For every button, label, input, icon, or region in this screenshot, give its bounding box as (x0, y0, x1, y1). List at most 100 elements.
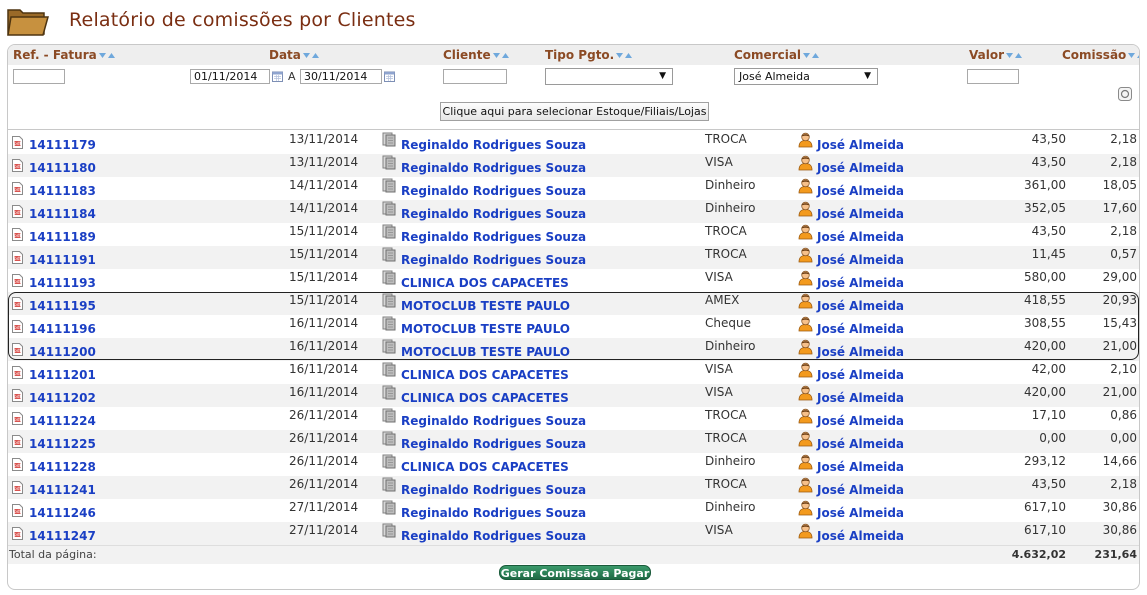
column-cliente[interactable]: Cliente (443, 48, 510, 62)
document-icon[interactable]: pdf (12, 180, 23, 195)
client-link[interactable]: Reginaldo Rodrigues Souza (401, 161, 586, 175)
commercial-link[interactable]: José Almeida (817, 529, 904, 543)
client-link[interactable]: CLINICA DOS CAPACETES (401, 276, 569, 290)
invoice-ref-link[interactable]: 14111224 (29, 414, 96, 428)
comercial-select[interactable]: José Almeida ▼ (734, 68, 878, 85)
commercial-link[interactable]: José Almeida (817, 460, 904, 474)
client-link[interactable]: CLINICA DOS CAPACETES (401, 391, 569, 405)
client-link[interactable]: Reginaldo Rodrigues Souza (401, 138, 586, 152)
client-link[interactable]: Reginaldo Rodrigues Souza (401, 184, 586, 198)
commercial-link[interactable]: José Almeida (817, 138, 904, 152)
calendar-icon[interactable] (384, 71, 395, 82)
client-link[interactable]: MOTOCLUB TESTE PAULO (401, 299, 570, 313)
document-icon[interactable]: pdf (12, 318, 23, 333)
invoice-ref-link[interactable]: 14111200 (29, 345, 96, 359)
invoice-ref-link[interactable]: 14111246 (29, 506, 96, 520)
invoice-ref-link[interactable]: 14111196 (29, 322, 96, 336)
column-comissao[interactable]: Comissão (1062, 48, 1140, 62)
document-icon[interactable]: pdf (12, 341, 23, 356)
document-icon[interactable]: pdf (12, 387, 23, 402)
commercial-link[interactable]: José Almeida (817, 414, 904, 428)
client-link[interactable]: Reginaldo Rodrigues Souza (401, 207, 586, 221)
invoice-ref-link[interactable]: 14111189 (29, 230, 96, 244)
generate-commission-button[interactable]: Gerar Comissão a Pagar (499, 565, 651, 580)
client-link[interactable]: Reginaldo Rodrigues Souza (401, 253, 586, 267)
document-icon[interactable]: pdf (12, 479, 23, 494)
invoice-ref-link[interactable]: 14111184 (29, 207, 96, 221)
commercial-link[interactable]: José Almeida (817, 253, 904, 267)
client-link[interactable]: Reginaldo Rodrigues Souza (401, 506, 586, 520)
document-icon[interactable]: pdf (12, 364, 23, 379)
column-valor[interactable]: Valor (969, 48, 1023, 62)
clear-filter-icon[interactable] (1118, 87, 1132, 101)
invoice-ref-link[interactable]: 14111195 (29, 299, 96, 313)
column-ref[interactable]: Ref. - Fatura (13, 48, 116, 62)
invoice-ref-link[interactable]: 14111179 (29, 138, 96, 152)
tipo-pgto-select[interactable]: ▼ (545, 68, 673, 85)
select-stock-button[interactable]: Clique aqui para selecionar Estoque/Fili… (440, 102, 709, 121)
commercial-link[interactable]: José Almeida (817, 506, 904, 520)
valor-filter-input[interactable] (967, 69, 1019, 84)
invoice-ref-link[interactable]: 14111191 (29, 253, 96, 267)
commercial-link[interactable]: José Almeida (817, 299, 904, 313)
document-icon[interactable]: pdf (12, 226, 23, 241)
invoice-ref-link[interactable]: 14111225 (29, 437, 96, 451)
sort-arrows-icon[interactable] (1127, 52, 1140, 60)
commercial-link[interactable]: José Almeida (817, 368, 904, 382)
date-from-input[interactable] (190, 69, 270, 84)
person-icon (798, 224, 813, 240)
document-icon[interactable]: pdf (12, 525, 23, 540)
document-icon[interactable]: pdf (12, 134, 23, 149)
document-icon[interactable]: pdf (12, 157, 23, 172)
document-icon[interactable]: pdf (12, 502, 23, 517)
commercial-link[interactable]: José Almeida (817, 161, 904, 175)
date-to-input[interactable] (300, 69, 382, 84)
commercial-link[interactable]: José Almeida (817, 483, 904, 497)
document-icon[interactable]: pdf (12, 433, 23, 448)
commercial-link[interactable]: José Almeida (817, 230, 904, 244)
document-icon[interactable]: pdf (12, 456, 23, 471)
client-link[interactable]: Reginaldo Rodrigues Souza (401, 414, 586, 428)
document-icon[interactable]: pdf (12, 272, 23, 287)
client-link[interactable]: CLINICA DOS CAPACETES (401, 368, 569, 382)
client-icon (382, 178, 397, 193)
commercial-link[interactable]: José Almeida (817, 207, 904, 221)
column-data[interactable]: Data (269, 48, 320, 62)
column-tipo[interactable]: Tipo Pgto. (545, 48, 633, 62)
sort-arrows-icon[interactable] (302, 52, 320, 60)
sort-arrows-icon[interactable] (1005, 52, 1023, 60)
client-link[interactable]: Reginaldo Rodrigues Souza (401, 230, 586, 244)
client-link[interactable]: Reginaldo Rodrigues Souza (401, 529, 586, 543)
client-link[interactable]: Reginaldo Rodrigues Souza (401, 437, 586, 451)
document-icon[interactable]: pdf (12, 203, 23, 218)
invoice-ref-link[interactable]: 14111247 (29, 529, 96, 543)
invoice-ref-link[interactable]: 14111241 (29, 483, 96, 497)
commercial-link[interactable]: José Almeida (817, 345, 904, 359)
commercial-link[interactable]: José Almeida (817, 437, 904, 451)
client-link[interactable]: CLINICA DOS CAPACETES (401, 460, 569, 474)
document-icon[interactable]: pdf (12, 410, 23, 425)
sort-arrows-icon[interactable] (802, 52, 820, 60)
client-link[interactable]: MOTOCLUB TESTE PAULO (401, 322, 570, 336)
document-icon[interactable]: pdf (12, 249, 23, 264)
commercial-link[interactable]: José Almeida (817, 391, 904, 405)
commercial-link[interactable]: José Almeida (817, 322, 904, 336)
invoice-ref-link[interactable]: 14111228 (29, 460, 96, 474)
invoice-ref-link[interactable]: 14111180 (29, 161, 96, 175)
invoice-ref-link[interactable]: 14111202 (29, 391, 96, 405)
commercial-link[interactable]: José Almeida (817, 184, 904, 198)
document-icon[interactable]: pdf (12, 295, 23, 310)
sort-arrows-icon[interactable] (615, 52, 633, 60)
cliente-filter-input[interactable] (443, 69, 507, 84)
invoice-ref-link[interactable]: 14111193 (29, 276, 96, 290)
sort-arrows-icon[interactable] (98, 52, 116, 60)
calendar-icon[interactable] (272, 71, 283, 82)
invoice-ref-link[interactable]: 14111201 (29, 368, 96, 382)
column-comercial[interactable]: Comercial (734, 48, 820, 62)
client-link[interactable]: MOTOCLUB TESTE PAULO (401, 345, 570, 359)
ref-filter-input[interactable] (13, 69, 65, 84)
commercial-link[interactable]: José Almeida (817, 276, 904, 290)
sort-arrows-icon[interactable] (492, 52, 510, 60)
client-link[interactable]: Reginaldo Rodrigues Souza (401, 483, 586, 497)
invoice-ref-link[interactable]: 14111183 (29, 184, 96, 198)
